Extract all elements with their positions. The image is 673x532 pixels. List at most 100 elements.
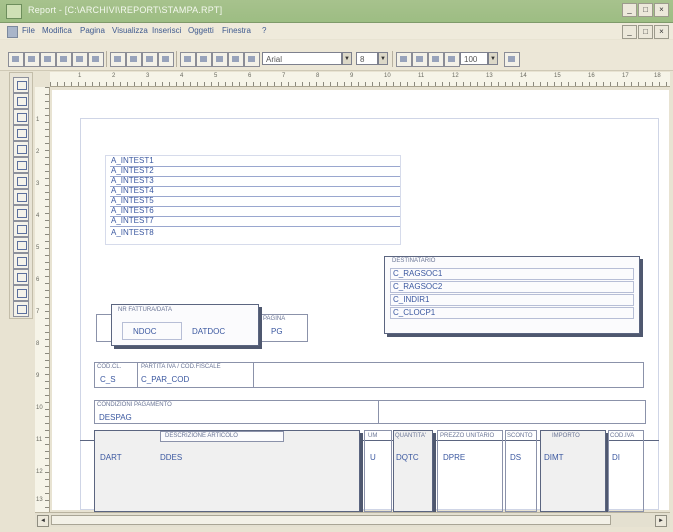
ruler-number: 12	[36, 469, 43, 475]
amount-header: IMPORTO	[552, 433, 580, 439]
header-field[interactable]: A_INTEST8	[111, 228, 154, 237]
shadow-box-tool-icon[interactable]	[13, 301, 29, 317]
dart-field[interactable]: DART	[100, 453, 122, 462]
ruler-number: 9	[36, 373, 40, 379]
app-icon[interactable]	[6, 4, 22, 19]
save-icon[interactable]	[40, 52, 56, 67]
copy-icon[interactable]	[126, 52, 142, 67]
chevron-down-icon[interactable]: ▼	[378, 52, 388, 65]
discount-field[interactable]: DS	[510, 453, 521, 462]
paste-icon[interactable]	[142, 52, 158, 67]
ddes-field[interactable]: DDES	[160, 453, 182, 462]
vat-field[interactable]: C_PAR_COD	[141, 375, 189, 384]
menu-inserisci[interactable]: Inserisci	[152, 26, 181, 35]
new-icon[interactable]	[8, 52, 24, 67]
price-field[interactable]: DPRE	[443, 453, 465, 462]
font-name-select[interactable]: Arial	[262, 52, 342, 65]
pointer-icon[interactable]	[13, 77, 29, 93]
document-icon[interactable]	[7, 26, 18, 38]
menu-help[interactable]: ?	[262, 26, 266, 35]
um-column[interactable]	[364, 430, 392, 512]
client-code-label: COD.CL.	[97, 364, 122, 370]
header-field[interactable]: A_INTEST6	[111, 206, 154, 215]
chevron-down-icon[interactable]: ▼	[342, 52, 352, 65]
vat-code-column[interactable]	[608, 430, 644, 512]
doc-close-icon[interactable]: ×	[654, 25, 669, 39]
line-tool-icon[interactable]	[13, 141, 29, 157]
discount-column[interactable]	[505, 430, 537, 512]
fill-tool-icon[interactable]	[13, 205, 29, 221]
datdoc-field[interactable]: DATDOC	[192, 327, 225, 336]
quantity-column[interactable]	[393, 430, 433, 512]
align-icon[interactable]	[444, 52, 460, 67]
header-field[interactable]: A_INTEST5	[111, 196, 154, 205]
circle-tool-icon[interactable]	[13, 189, 29, 205]
grid-icon[interactable]	[212, 52, 228, 67]
maximize-icon[interactable]: □	[638, 3, 653, 17]
barcode-tool-icon[interactable]	[13, 285, 29, 301]
font-icon[interactable]	[244, 52, 260, 67]
vline-tool-icon[interactable]	[13, 157, 29, 173]
zoom-select[interactable]: 100	[460, 52, 488, 65]
recipient-field[interactable]: C_RAGSOC2	[393, 282, 442, 291]
vat-code-field[interactable]: DI	[612, 453, 620, 462]
horizontal-scrollbar[interactable]: ◄ ►	[35, 512, 670, 527]
bold-icon[interactable]	[396, 52, 412, 67]
payment-field[interactable]: DESPAG	[99, 413, 132, 422]
ruler-number: 10	[384, 73, 391, 79]
description-column[interactable]	[94, 430, 360, 512]
scroll-right-icon[interactable]: ►	[655, 515, 667, 527]
rectangle-tool-icon[interactable]	[13, 221, 29, 237]
ndoc-field[interactable]: NDOC	[133, 327, 157, 336]
menu-visualizza[interactable]: Visualizza	[112, 26, 148, 35]
properties-icon[interactable]	[228, 52, 244, 67]
scroll-left-icon[interactable]: ◄	[37, 515, 49, 527]
refresh-icon[interactable]	[504, 52, 520, 67]
band-tool-icon[interactable]	[13, 237, 29, 253]
amount-column[interactable]	[540, 430, 606, 512]
header-field[interactable]: A_INTEST2	[111, 166, 154, 175]
close-icon[interactable]: ×	[654, 3, 669, 17]
underline-icon[interactable]	[428, 52, 444, 67]
save-all-icon[interactable]	[56, 52, 72, 67]
menu-finestra[interactable]: Finestra	[222, 26, 251, 35]
title-bar[interactable]: Report - [C:\ARCHIVI\REPORT\STAMPA.RPT] …	[0, 0, 673, 23]
price-column[interactable]	[437, 430, 503, 512]
cut-icon[interactable]	[110, 52, 126, 67]
label-tool-icon[interactable]	[13, 125, 29, 141]
scroll-thumb[interactable]	[51, 515, 611, 525]
recipient-field[interactable]: C_CLOCP1	[393, 308, 435, 317]
image-tool-icon[interactable]	[13, 253, 29, 269]
menu-file[interactable]: File	[22, 26, 35, 35]
recipient-field[interactable]: C_INDIR1	[393, 295, 429, 304]
page-number-field[interactable]: PG	[271, 327, 283, 336]
header-field[interactable]: A_INTEST4	[111, 186, 154, 195]
open-icon[interactable]	[24, 52, 40, 67]
header-field[interactable]: A_INTEST3	[111, 176, 154, 185]
hline-tool-icon[interactable]	[13, 173, 29, 189]
um-field[interactable]: U	[370, 453, 376, 462]
field-tool-icon[interactable]	[13, 109, 29, 125]
recipient-field[interactable]: C_RAGSOC1	[393, 269, 442, 278]
print-icon[interactable]	[72, 52, 88, 67]
minimize-icon[interactable]: _	[622, 3, 637, 17]
header-field[interactable]: A_INTEST1	[111, 156, 154, 165]
chevron-down-icon[interactable]: ▼	[488, 52, 498, 65]
doc-restore-icon[interactable]: □	[638, 25, 653, 39]
header-field[interactable]: A_INTEST7	[111, 216, 154, 225]
doc-minimize-icon[interactable]: _	[622, 25, 637, 39]
italic-icon[interactable]	[412, 52, 428, 67]
delete-icon[interactable]	[158, 52, 174, 67]
menu-oggetti[interactable]: Oggetti	[188, 26, 214, 35]
menu-pagina[interactable]: Pagina	[80, 26, 105, 35]
page-next-icon[interactable]	[196, 52, 212, 67]
text-tool-icon[interactable]	[13, 93, 29, 109]
quantity-field[interactable]: DQTC	[396, 453, 419, 462]
menu-modifica[interactable]: Modifica	[42, 26, 72, 35]
amount-field[interactable]: DIMT	[544, 453, 564, 462]
page-prev-icon[interactable]	[180, 52, 196, 67]
font-size-select[interactable]: 8	[356, 52, 378, 65]
picture-tool-icon[interactable]	[13, 269, 29, 285]
client-code-field[interactable]: C_S	[100, 375, 116, 384]
preview-icon[interactable]	[88, 52, 104, 67]
